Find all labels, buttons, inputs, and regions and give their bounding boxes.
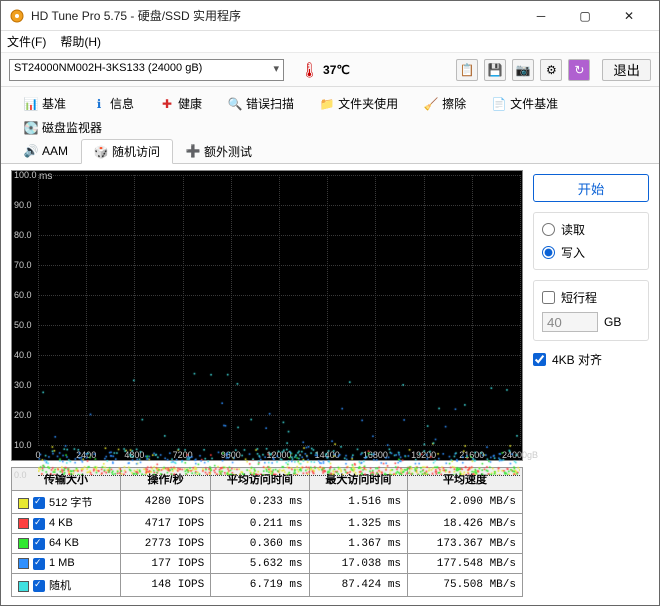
mode-group: 读取 写入	[533, 212, 649, 270]
tab-info[interactable]: ℹ信息	[79, 91, 147, 115]
tab-error-scan[interactable]: 🔍错误扫描	[215, 91, 307, 115]
health-icon: ✚	[160, 97, 174, 111]
short-stroke-group: 短行程 GB	[533, 280, 649, 341]
menu-file[interactable]: 文件(F)	[7, 33, 46, 50]
chart-and-table: ms 0.010.020.030.040.050.060.070.080.090…	[11, 170, 523, 597]
minimize-button[interactable]: ─	[519, 2, 563, 30]
tabs-row-1: 📊基准ℹ信息✚健康🔍错误扫描📁文件夹使用🧹擦除📄文件基准 💽磁盘监视器	[1, 87, 659, 139]
content-area: ms 0.010.020.030.040.050.060.070.080.090…	[1, 164, 659, 605]
tabs-row-2: 🔊AAM🎲随机访问➕额外测试	[1, 138, 659, 164]
info-icon: ℹ	[92, 97, 106, 111]
random-access-icon: 🎲	[94, 145, 108, 159]
menubar: 文件(F) 帮助(H)	[1, 31, 659, 53]
results-table: 传输大小操作/秒平均访问时间最大访问时间平均速度 512 字节4280 IOPS…	[11, 467, 523, 597]
folder-usage-icon: 📁	[320, 97, 334, 111]
tab-folder-usage[interactable]: 📁文件夹使用	[307, 91, 411, 115]
aam-icon: 🔊	[24, 144, 38, 158]
write-radio[interactable]: 写入	[542, 244, 640, 261]
short-stroke-input	[542, 312, 598, 332]
tab-disk-monitor[interactable]: 💽磁盘监视器	[11, 115, 115, 139]
toolbar: ST24000NM002H-3KS133 (24000 gB) 🌡 37℃ 📋 …	[1, 53, 659, 87]
menu-help[interactable]: 帮助(H)	[60, 33, 101, 50]
maximize-button[interactable]: ▢	[563, 2, 607, 30]
tab-file-bench[interactable]: 📄文件基准	[479, 91, 571, 115]
align-4kb-check[interactable]: 4KB 对齐	[533, 351, 649, 368]
scatter-chart: ms 0.010.020.030.040.050.060.070.080.090…	[11, 170, 523, 461]
save-button[interactable]: 💾	[484, 59, 506, 81]
tab-random-access[interactable]: 🎲随机访问	[81, 139, 173, 164]
app-icon	[9, 8, 25, 24]
close-button[interactable]: ✕	[607, 2, 651, 30]
window-title: HD Tune Pro 5.75 - 硬盘/SSD 实用程序	[31, 7, 519, 24]
file-bench-icon: 📄	[492, 97, 506, 111]
screenshot-button[interactable]: 📷	[512, 59, 534, 81]
disk-monitor-icon: 💽	[24, 121, 38, 135]
error-scan-icon: 🔍	[228, 97, 242, 111]
table-row: 512 字节4280 IOPS0.233 ms1.516 ms2.090 MB/…	[12, 491, 523, 514]
thermometer-icon: 🌡	[300, 61, 319, 79]
exit-button[interactable]: 退出	[602, 59, 651, 81]
start-button[interactable]: 开始	[533, 174, 649, 202]
benchmark-icon: 📊	[24, 97, 38, 111]
copy-button[interactable]: 📋	[456, 59, 478, 81]
table-row: 1 MB177 IOPS5.632 ms17.038 ms177.548 MB/…	[12, 554, 523, 574]
tab-extra-tests[interactable]: ➕额外测试	[173, 138, 265, 163]
erase-icon: 🧹	[424, 97, 438, 111]
table-row: 随机148 IOPS6.719 ms87.424 ms75.508 MB/s	[12, 574, 523, 597]
short-stroke-check[interactable]: 短行程	[542, 289, 640, 306]
tab-health[interactable]: ✚健康	[147, 91, 215, 115]
temperature-display: 🌡 37℃	[300, 61, 350, 79]
tab-aam[interactable]: 🔊AAM	[11, 138, 81, 163]
short-stroke-value: GB	[542, 312, 640, 332]
read-radio[interactable]: 读取	[542, 221, 640, 238]
table-row: 4 KB4717 IOPS0.211 ms1.325 ms18.426 MB/s	[12, 514, 523, 534]
refresh-button[interactable]: ↻	[568, 59, 590, 81]
extra-tests-icon: ➕	[186, 144, 200, 158]
app-window: HD Tune Pro 5.75 - 硬盘/SSD 实用程序 ─ ▢ ✕ 文件(…	[0, 0, 660, 606]
tab-erase[interactable]: 🧹擦除	[411, 91, 479, 115]
table-row: 64 KB2773 IOPS0.360 ms1.367 ms173.367 MB…	[12, 534, 523, 554]
controls-panel: 开始 读取 写入 短行程 GB 4KB 对齐	[533, 170, 649, 597]
titlebar: HD Tune Pro 5.75 - 硬盘/SSD 实用程序 ─ ▢ ✕	[1, 1, 659, 31]
tab-benchmark[interactable]: 📊基准	[11, 91, 79, 115]
drive-select[interactable]: ST24000NM002H-3KS133 (24000 gB)	[9, 59, 284, 81]
options-button[interactable]: ⚙	[540, 59, 562, 81]
